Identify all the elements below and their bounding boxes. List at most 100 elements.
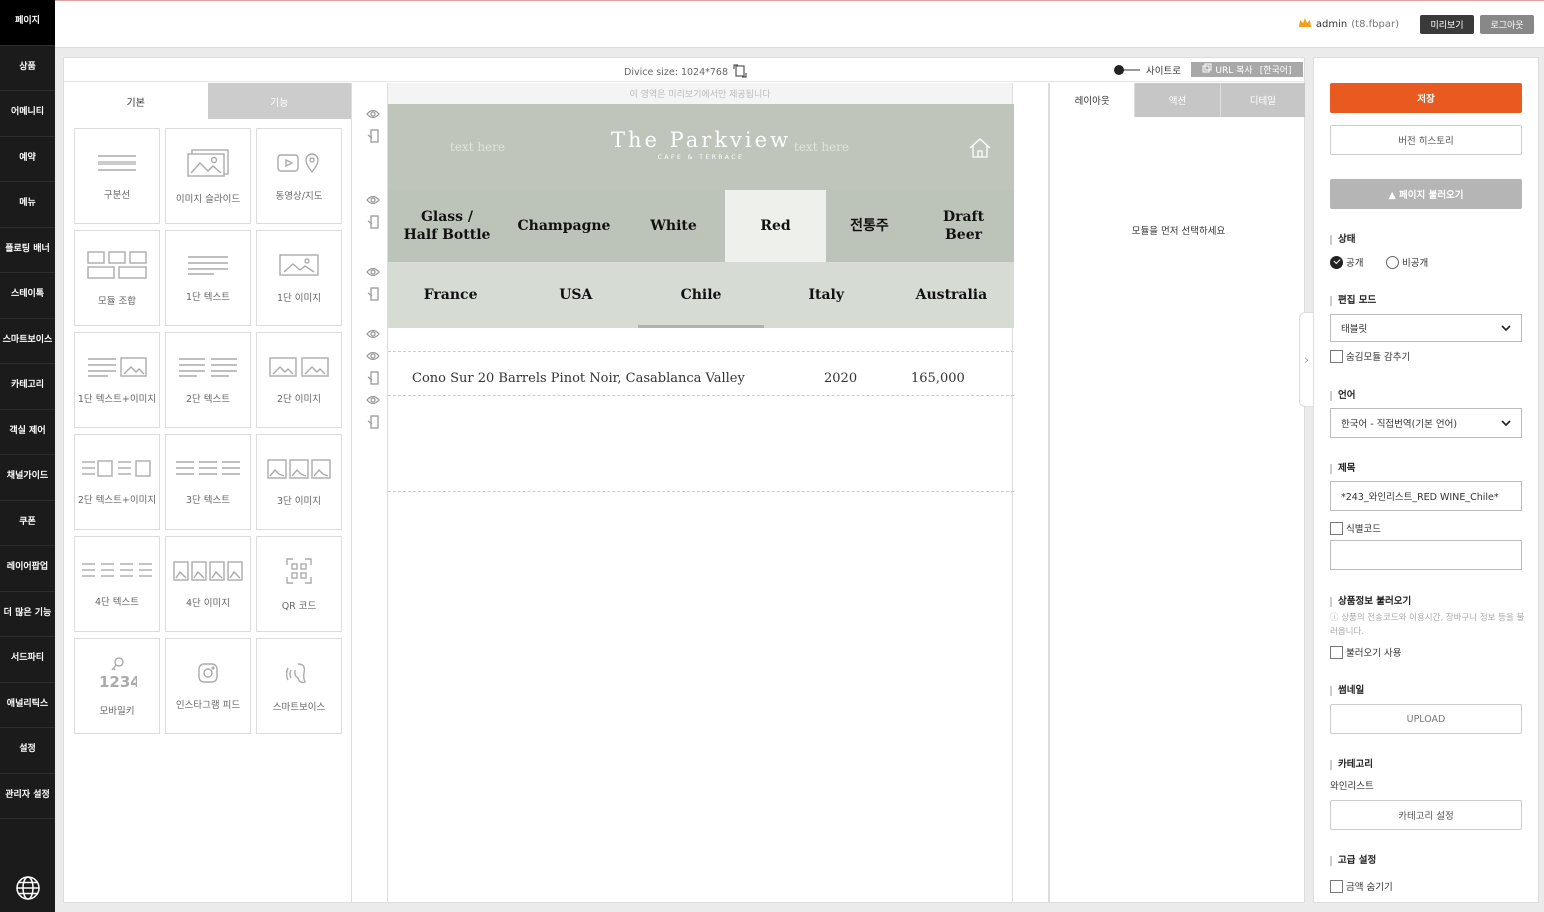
category-tab[interactable]: White [622,190,725,262]
idcode-input[interactable] [1330,540,1522,570]
module-video-map[interactable]: 동영상/지도 [256,128,342,224]
eye-icon[interactable] [361,345,385,367]
edit-mode-label: 편집 모드 [1330,296,1376,306]
tab-action[interactable]: 액션 [1134,83,1220,117]
toggle-switch[interactable] [1114,65,1140,75]
country-tab[interactable]: Chile [638,262,764,328]
preview-button[interactable]: 미리보기 [1420,15,1474,34]
sidebar-item[interactable]: 채널가이드 [0,455,55,501]
product-info-hint: ⓘ 상품의 전송코드와 이용시간, 장바구니 정보 등을 불러옵니다. [1330,613,1525,637]
eye-icon[interactable] [361,389,385,411]
sidebar-item[interactable]: 쿠폰 [0,501,55,546]
edit-mode-select[interactable]: 태블릿 [1330,314,1522,342]
idcode-checkbox[interactable]: 식별코드 [1330,521,1381,535]
sidebar-item[interactable]: 레이어팝업 [0,546,55,592]
sidebar-item[interactable]: 메뉴 [0,182,55,228]
module-text-1col[interactable]: 1단 텍스트 [165,230,251,326]
module-qr-code[interactable]: QR 코드 [256,536,342,632]
sidebar-item[interactable]: 플로팅 배너 [0,228,55,273]
top-bar: admin (t8.fbpar) 미리보기 로그아웃 [55,0,1544,48]
logout-button[interactable]: 로그아웃 [1480,15,1534,34]
category-tab[interactable]: Champagne [506,190,622,262]
country-tab[interactable]: Australia [889,262,1014,328]
module-image-1col[interactable]: 1단 이미지 [256,230,342,326]
page-header[interactable]: text here The Parkview CAFE & TERRACE te… [388,104,1014,190]
eye-icon[interactable] [361,261,385,283]
rotate-icon[interactable] [732,63,748,82]
category-settings-button[interactable]: 카테고리 설정 [1330,800,1522,830]
sidebar-item[interactable]: 어메니티 [0,91,55,137]
sidebar-item[interactable]: 애널리틱스 [0,683,55,728]
module-image-3col[interactable]: 3단 이미지 [256,434,342,530]
module-text-image-1col[interactable]: 1단 텍스트+이미지 [74,332,160,428]
sidebar-item[interactable]: 상품 [0,46,55,91]
product-info-use-label: 불러오기 사용 [1346,648,1402,659]
sidebar-item[interactable]: 서드파티 [0,637,55,683]
main-sidebar: 페이지 상품 어메니티 예약 메뉴 플로팅 배너 스테이톡 스마트보이스 카테고리 객실 제어 채널… [0,0,55,912]
category-tab[interactable]: Glass / Half Bottle [388,190,506,262]
save-button[interactable]: 저장 [1330,83,1522,113]
category-tab[interactable]: Red [725,190,826,262]
module-text-image-2col[interactable]: 2단 텍스트+이미지 [74,434,160,530]
hide-price-checkbox[interactable]: 금액 숨기기 [1330,879,1393,893]
country-tab[interactable]: France [388,262,513,328]
sidebar-item[interactable]: 관리자 설정 [0,774,55,819]
module-text-2col[interactable]: 2단 텍스트 [165,332,251,428]
eye-icon[interactable] [361,189,385,211]
country-tab[interactable]: Italy [764,262,889,328]
module-text-4col[interactable]: 4단 텍스트 [74,536,160,632]
mobile-icon[interactable] [361,125,385,147]
sidebar-item[interactable]: 객실 제어 [0,410,55,455]
module-image-slide[interactable]: 이미지 슬라이드 [165,128,251,224]
title-input[interactable]: *243_와인리스트_RED WINE_Chile* [1330,481,1522,511]
sidebar-item[interactable]: 더 많은 기능 [0,592,55,637]
language-select[interactable]: 한국어 - 직접번역(기본 언어) [1330,408,1522,438]
mobile-icon[interactable] [361,411,385,433]
sidebar-item[interactable]: 카테고리 [0,364,55,410]
tab-basic[interactable]: 기본 [64,83,208,119]
module-divider [388,351,1014,352]
sidebar-item[interactable]: 설정 [0,728,55,774]
device-bar: Divice size: 1024*768 사이트로 URL 복사 [한국어] [64,58,1306,82]
module-label: 3단 이미지 [276,495,322,507]
mobile-icon[interactable] [361,367,385,389]
site-toggle[interactable]: 사이트로 [1114,63,1181,77]
sidebar-item[interactable]: 스테이톡 [0,273,55,319]
module-text-3col[interactable]: 3단 텍스트 [165,434,251,530]
tab-detail[interactable]: 디테일 [1219,83,1305,117]
upload-button[interactable]: UPLOAD [1330,704,1522,734]
tab-function[interactable]: 기능 [207,83,351,119]
wine-list-item[interactable]: Cono Sur 20 Barrels Pinot Noir, Casablan… [388,363,1014,395]
category-tab[interactable]: Draft Beer [913,190,1014,262]
user-info: admin (t8.fbpar) [1298,17,1399,32]
country-tab[interactable]: USA [513,262,638,328]
module-divider[interactable]: 구분선 [74,128,160,224]
module-image-2col[interactable]: 2단 이미지 [256,332,342,428]
tab-layout[interactable]: 레이아웃 [1050,83,1135,117]
sidebar-item[interactable]: 페이지 [0,0,55,46]
module-image-4col[interactable]: 4단 이미지 [165,536,251,632]
module-smart-voice[interactable]: 스마트보이스 [256,638,342,734]
edit-mode-value: 태블릿 [1341,324,1368,335]
category-tab[interactable]: 전통주 [826,190,913,262]
status-private-radio[interactable]: 비공개 [1386,255,1428,269]
load-page-button[interactable]: ▲ 페이지 불러오기 [1330,179,1522,209]
module-mobile-key[interactable]: 1234 모바일키 [74,638,160,734]
home-icon[interactable] [968,136,992,163]
panel-collapse-button[interactable]: › [1299,312,1313,407]
mobile-icon[interactable] [361,211,385,233]
mobile-icon[interactable] [361,283,385,305]
module-module-combo[interactable]: 모듈 조합 [74,230,160,326]
sidebar-item[interactable]: 예약 [0,137,55,182]
version-history-button[interactable]: 버전 히스토리 [1330,125,1522,155]
module-grid: 구분선 이미지 슬라이드 동영상/지도모듈 조합 1단 텍스트 1단 이미지 1단 텍스트… [74,128,342,734]
url-copy-button[interactable]: URL 복사 [한국어] [1191,62,1303,77]
module-instagram[interactable]: 인스타그램 피드 [165,638,251,734]
sidebar-item[interactable]: 스마트보이스 [0,319,55,364]
eye-icon[interactable] [361,323,385,345]
status-public-radio[interactable]: 공개 [1330,255,1363,269]
eye-icon[interactable] [361,103,385,125]
product-info-checkbox[interactable]: 불러오기 사용 [1330,645,1401,659]
globe-icon[interactable] [0,864,55,912]
hide-modules-checkbox[interactable]: 숨김모듈 감추기 [1330,349,1410,363]
